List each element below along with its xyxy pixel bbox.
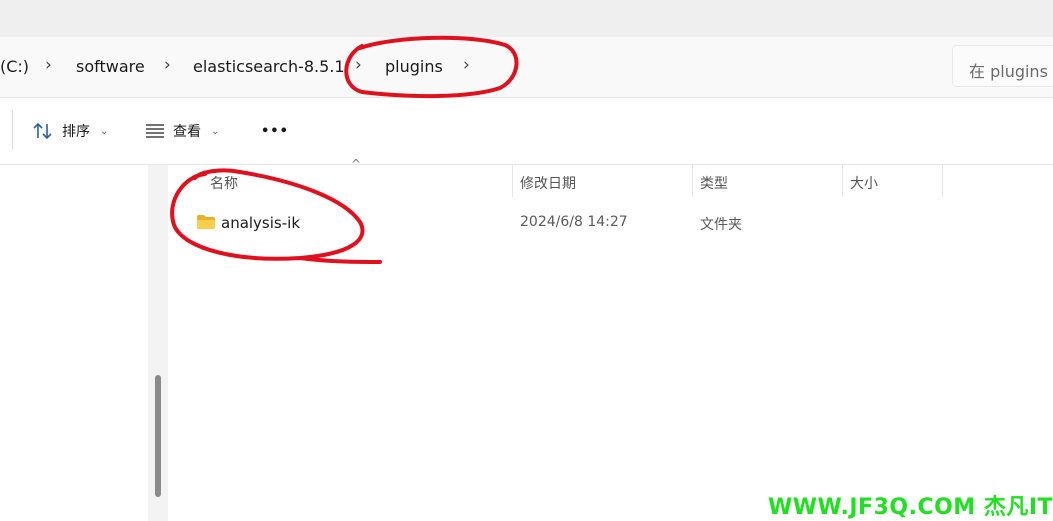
column-divider[interactable]	[692, 165, 693, 197]
search-placeholder: 在 plugins	[969, 62, 1048, 81]
column-header-size[interactable]: 大小	[850, 173, 878, 193]
file-row[interactable]: analysis-ik 2024/6/8 14:27 文件夹	[168, 207, 1053, 239]
sort-ascending-icon: ^	[351, 157, 362, 171]
address-bar[interactable]: (C:) › software › elasticsearch-8.5.1 › …	[0, 37, 1053, 98]
title-bar	[0, 0, 1053, 37]
navigation-pane[interactable]	[0, 165, 148, 521]
folder-icon	[197, 215, 215, 229]
breadcrumb-item-plugins[interactable]: plugins	[385, 57, 443, 76]
breadcrumb-item-elasticsearch[interactable]: elasticsearch-8.5.1	[193, 57, 345, 76]
column-header-name[interactable]: 名称	[210, 173, 238, 193]
sort-icon	[33, 122, 52, 140]
file-type: 文件夹	[700, 217, 742, 233]
breadcrumb-item-software[interactable]: software	[76, 57, 145, 76]
file-modified-date: 2024/6/8 14:27	[520, 214, 628, 230]
scrollbar-thumb[interactable]	[155, 375, 161, 497]
breadcrumb-item-drive[interactable]: (C:)	[0, 57, 29, 76]
sort-button[interactable]: 排序 ⌄	[32, 118, 108, 144]
column-header-type[interactable]: 类型	[700, 173, 728, 193]
search-box[interactable]: 在 plugins	[952, 45, 1053, 87]
column-header-modified[interactable]: 修改日期	[520, 173, 576, 193]
command-bar: 排序 ⌄ 查看 ⌄ •••	[0, 98, 1053, 165]
column-header-row: ^ 名称 修改日期 类型 大小	[168, 157, 1053, 199]
chevron-right-icon[interactable]: ›	[164, 55, 171, 75]
chevron-right-icon[interactable]: ›	[45, 55, 52, 75]
more-icon: •••	[261, 123, 289, 139]
view-button[interactable]: 查看 ⌄	[145, 118, 219, 144]
watermark: WWW.JF3Q.COM 杰凡IT	[768, 495, 1053, 520]
column-divider[interactable]	[842, 165, 843, 197]
column-divider[interactable]	[942, 165, 943, 197]
column-divider[interactable]	[512, 165, 513, 197]
list-view-icon	[146, 124, 164, 138]
chevron-down-icon: ⌄	[211, 125, 220, 137]
toolbar-divider	[12, 110, 13, 150]
chevron-right-icon[interactable]: ›	[463, 55, 470, 75]
chevron-down-icon: ⌄	[100, 125, 109, 137]
file-name[interactable]: analysis-ik	[221, 214, 300, 232]
view-label: 查看	[173, 124, 201, 140]
chevron-right-icon[interactable]: ›	[355, 55, 362, 75]
sort-label: 排序	[62, 124, 90, 140]
more-options-button[interactable]: •••	[261, 118, 289, 144]
